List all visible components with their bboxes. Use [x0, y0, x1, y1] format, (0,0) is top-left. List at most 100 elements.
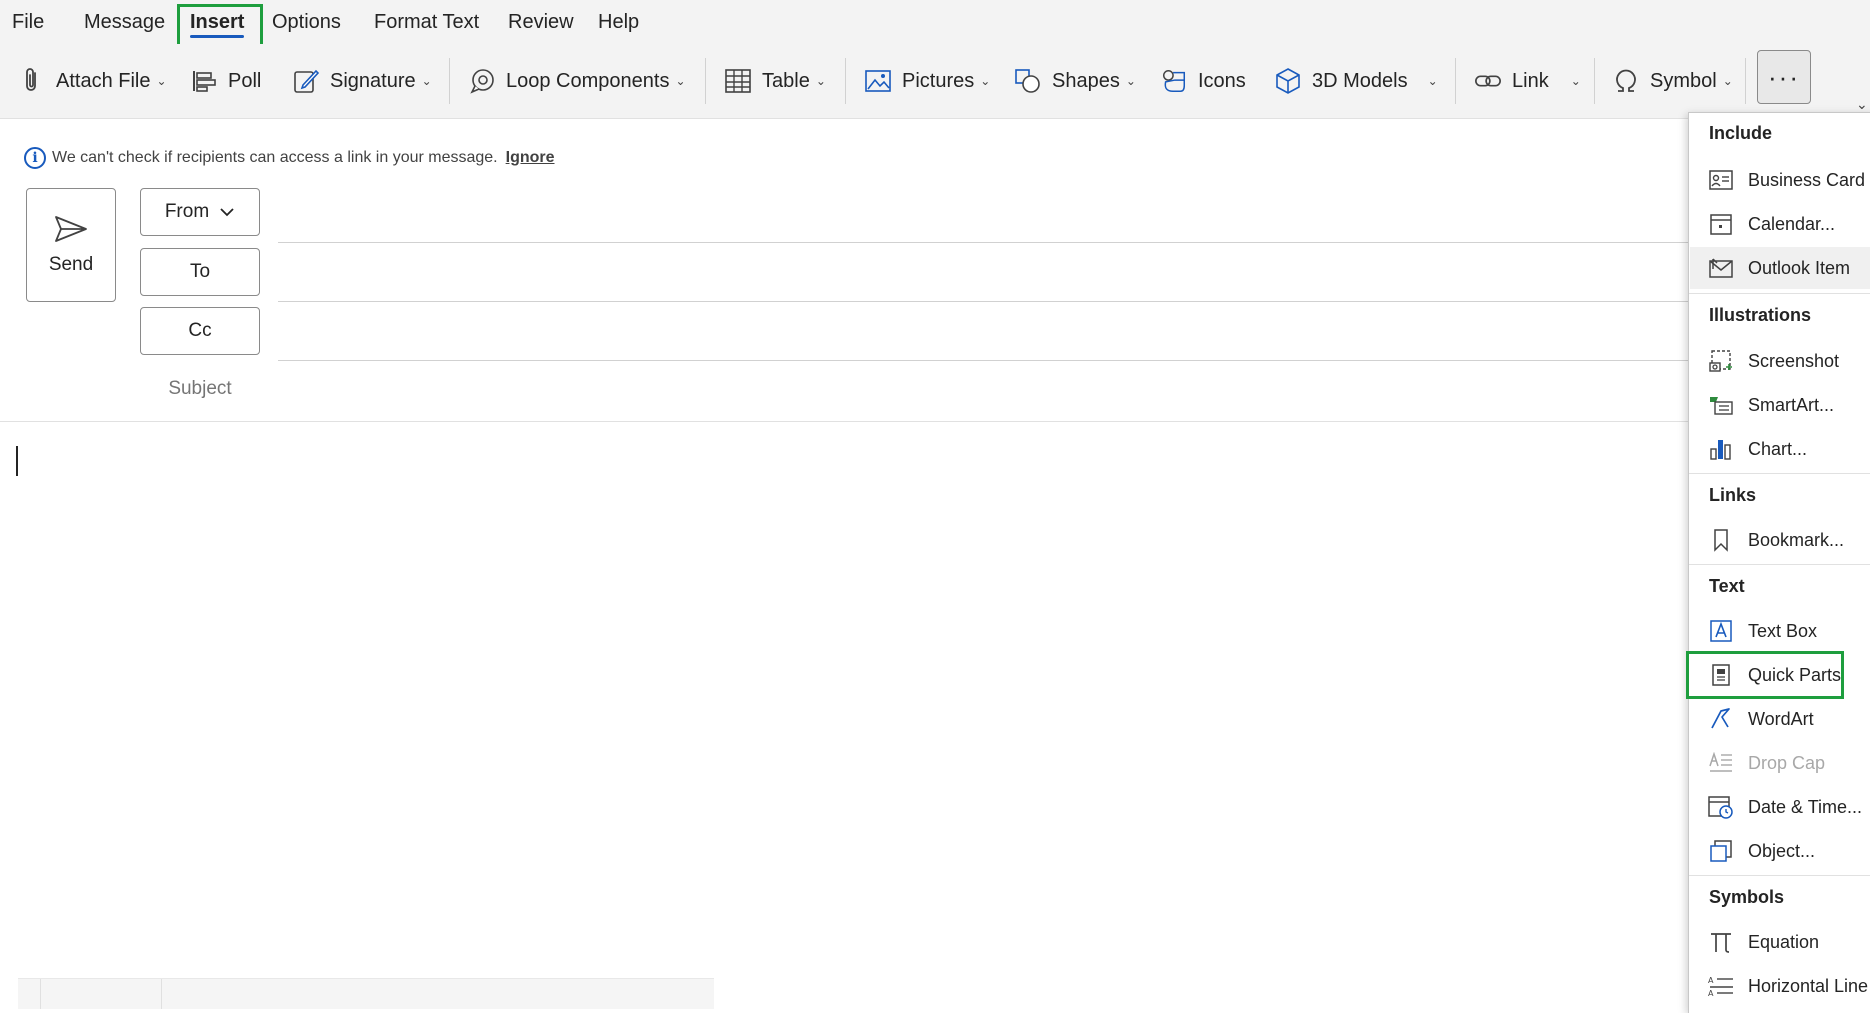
dropdown-divider — [1689, 564, 1870, 565]
smartart-icon — [1707, 391, 1735, 419]
bottom-status-strip — [18, 978, 714, 1009]
3d-models-button[interactable]: 3D Models ⌄ — [1274, 44, 1438, 118]
table-button[interactable]: Table ⌄ — [724, 44, 826, 118]
screenshot-item[interactable]: Screenshot — [1690, 340, 1870, 382]
icons-button[interactable]: Icons — [1160, 44, 1246, 118]
outlook-item-label: Outlook Item — [1748, 257, 1851, 278]
ribbon-separator — [1455, 58, 1456, 104]
smartart-label: SmartArt... — [1748, 394, 1835, 415]
symbol-button[interactable]: Symbol ⌄ — [1612, 44, 1733, 118]
equation-item[interactable]: Equation — [1690, 921, 1870, 963]
signature-label: Signature — [330, 69, 416, 92]
section-include: Include — [1709, 123, 1773, 143]
text-box-item[interactable]: Text Box — [1690, 610, 1870, 652]
shapes-button[interactable]: Shapes ⌄ — [1014, 44, 1136, 118]
ignore-link[interactable]: Ignore — [506, 149, 555, 167]
svg-text:A: A — [1708, 989, 1714, 998]
link-label: Link — [1512, 69, 1549, 92]
shapes-icon — [1014, 67, 1042, 95]
shapes-label: Shapes — [1052, 69, 1120, 92]
section-illustrations: Illustrations — [1709, 305, 1812, 325]
menu-help[interactable]: Help — [598, 0, 639, 44]
menu-insert[interactable]: Insert — [190, 0, 245, 44]
date-time-item[interactable]: Date & Time... — [1690, 786, 1870, 828]
business-card-icon — [1707, 166, 1735, 194]
chart-item[interactable]: Chart... — [1690, 428, 1870, 470]
screenshot-icon — [1707, 347, 1735, 375]
ribbon: Attach File ⌄ Poll Signature ⌄ Loop Compon… — [0, 44, 1870, 119]
menu-file[interactable]: File — [12, 0, 44, 44]
menu-format-text[interactable]: Format Text — [374, 0, 479, 44]
chevron-down-icon: ⌄ — [1722, 74, 1733, 88]
info-icon: i — [24, 147, 46, 169]
svg-text:A: A — [1708, 976, 1714, 985]
poll-label: Poll — [228, 69, 262, 92]
chart-icon — [1707, 435, 1735, 463]
cube-icon — [1274, 67, 1302, 95]
strip-divider — [40, 979, 41, 1009]
table-label: Table — [762, 69, 810, 92]
outlook-item-item[interactable]: Outlook Item — [1690, 247, 1870, 289]
quick-parts-label: Quick Parts — [1748, 664, 1842, 685]
wordart-item[interactable]: WordArt — [1690, 698, 1870, 740]
from-field-underline — [278, 242, 1688, 243]
bookmark-item[interactable]: Bookmark... — [1690, 519, 1870, 561]
bookmark-icon — [1707, 526, 1735, 554]
dropdown-divider — [1689, 473, 1870, 474]
chevron-down-icon: ⌄ — [1427, 74, 1438, 88]
horizontal-line-label: Horizontal Line — [1748, 975, 1869, 996]
calendar-item[interactable]: Calendar... — [1690, 203, 1870, 245]
signature-button[interactable]: Signature ⌄ — [292, 44, 432, 118]
section-text: Text — [1709, 576, 1745, 596]
screenshot-label: Screenshot — [1748, 350, 1840, 371]
menu-options[interactable]: Options — [272, 0, 341, 44]
loop-components-label: Loop Components — [506, 69, 670, 92]
to-button[interactable]: To — [140, 248, 260, 296]
section-links: Links — [1709, 485, 1757, 505]
pi-icon — [1707, 928, 1735, 956]
date-time-label: Date & Time... — [1748, 796, 1863, 817]
header-body-divider — [0, 421, 1688, 422]
business-card-label: Business Card — [1748, 169, 1866, 190]
send-button[interactable]: Send — [26, 188, 116, 302]
attach-file-button[interactable]: Attach File ⌄ — [18, 44, 167, 118]
business-card-item[interactable]: Business Card — [1690, 159, 1870, 201]
text-box-icon — [1707, 617, 1735, 645]
drop-cap-label: Drop Cap — [1748, 752, 1826, 773]
chevron-down-icon: ⌄ — [675, 74, 686, 88]
more-options-button[interactable]: ··· — [1757, 50, 1811, 104]
object-item[interactable]: Object... — [1690, 830, 1870, 872]
menu-bar: File Message Insert Options Format Text … — [0, 0, 1870, 44]
subject-label[interactable]: Subject — [140, 378, 260, 400]
ribbon-separator — [1745, 58, 1746, 104]
chart-label: Chart... — [1748, 438, 1808, 459]
ribbon-expand-chevron-icon[interactable]: ⌄ — [1856, 96, 1868, 113]
infobar-message: We can't check if recipients can access … — [52, 149, 498, 166]
cc-field-underline[interactable] — [278, 360, 1688, 361]
wordart-icon — [1707, 705, 1735, 733]
smartart-item[interactable]: SmartArt... — [1690, 384, 1870, 426]
quick-parts-item[interactable]: Quick Parts — [1690, 654, 1870, 696]
poll-button[interactable]: Poll — [190, 44, 261, 118]
pictures-button[interactable]: Pictures ⌄ — [864, 44, 990, 118]
link-button[interactable]: Link ⌄ — [1474, 44, 1581, 118]
chevron-down-icon: ⌄ — [1570, 74, 1581, 88]
ribbon-separator — [449, 58, 450, 104]
text-cursor — [16, 446, 18, 476]
menu-message[interactable]: Message — [84, 0, 165, 44]
signature-icon — [292, 67, 320, 95]
loop-components-button[interactable]: Loop Components ⌄ — [468, 44, 686, 118]
drop-cap-item: Drop Cap — [1690, 742, 1870, 784]
cc-button[interactable]: Cc — [140, 307, 260, 355]
chevron-down-icon: ⌄ — [156, 74, 167, 88]
date-time-icon — [1707, 793, 1735, 821]
strip-divider — [161, 979, 162, 1009]
active-tab-underline — [190, 35, 245, 38]
menu-review[interactable]: Review — [508, 0, 574, 44]
horizontal-line-item[interactable]: AA Horizontal Line — [1690, 965, 1870, 1007]
to-field-underline[interactable] — [278, 301, 1688, 302]
text-box-label: Text Box — [1748, 620, 1818, 641]
object-icon — [1707, 837, 1735, 865]
from-button[interactable]: From — [140, 188, 260, 236]
paperclip-icon — [18, 67, 46, 95]
